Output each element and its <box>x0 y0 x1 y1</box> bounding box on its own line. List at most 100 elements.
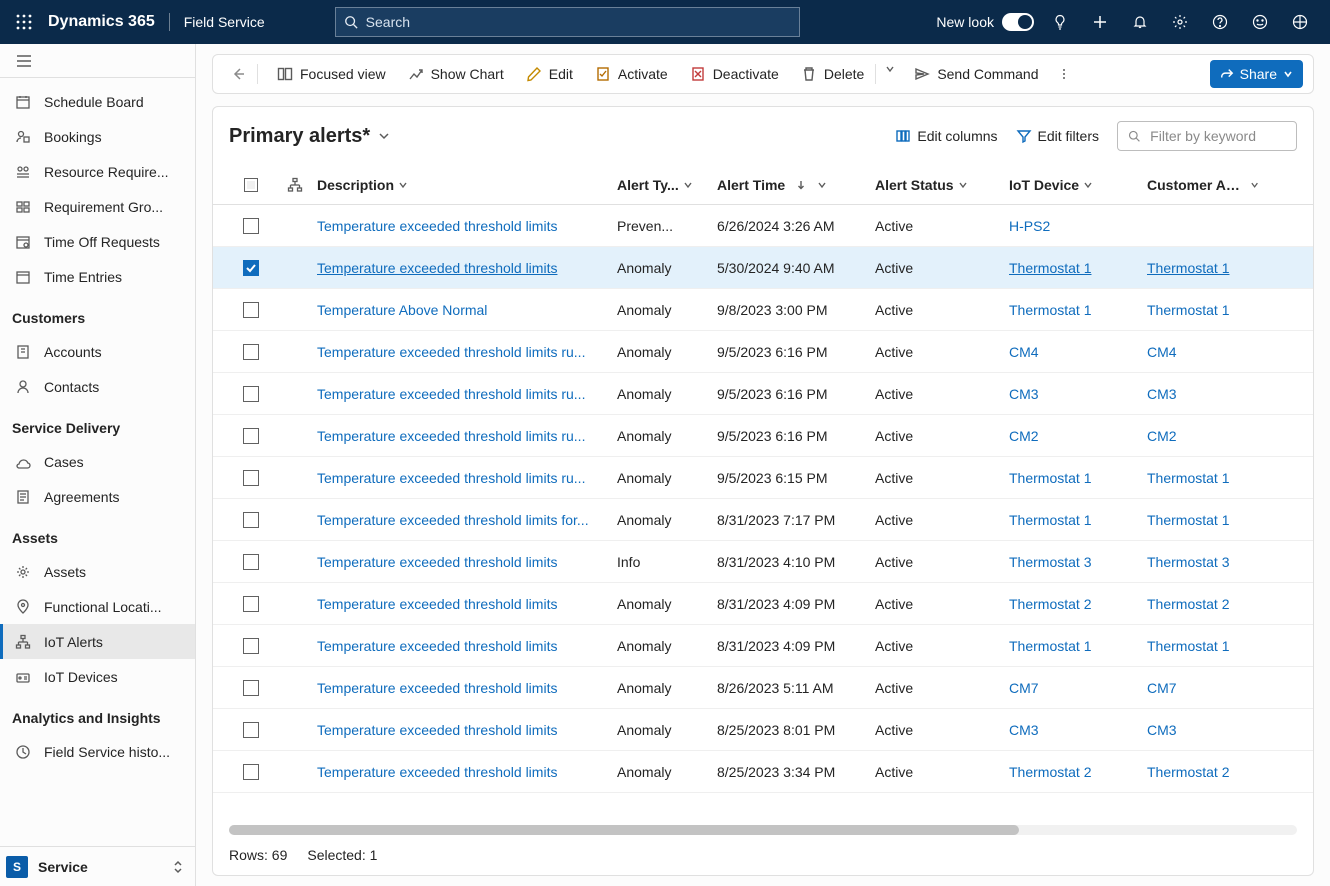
help-button[interactable] <box>1200 0 1240 44</box>
iot-device-link[interactable]: Thermostat 1 <box>1009 638 1147 654</box>
area-switcher[interactable]: S Service <box>0 846 195 886</box>
table-row[interactable]: Temperature exceeded threshold limits ru… <box>213 373 1313 415</box>
table-row[interactable]: Temperature exceeded threshold limitsAno… <box>213 709 1313 751</box>
sidebar-item[interactable]: Accounts <box>0 334 195 369</box>
description-link[interactable]: Temperature exceeded threshold limits <box>317 722 617 738</box>
column-alert-time[interactable]: Alert Time <box>717 177 875 193</box>
sidebar-collapse-button[interactable] <box>0 44 195 78</box>
iot-device-link[interactable]: CM3 <box>1009 722 1147 738</box>
select-all-checkbox[interactable] <box>229 178 273 192</box>
table-row[interactable]: Temperature exceeded threshold limits ru… <box>213 331 1313 373</box>
iot-device-link[interactable]: Thermostat 2 <box>1009 596 1147 612</box>
description-link[interactable]: Temperature exceeded threshold limits <box>317 638 617 654</box>
customer-asset-link[interactable]: CM7 <box>1147 680 1269 696</box>
customer-asset-link[interactable]: CM3 <box>1147 722 1269 738</box>
toggle-switch[interactable] <box>1002 13 1034 31</box>
description-link[interactable]: Temperature exceeded threshold limits ru… <box>317 428 617 444</box>
column-alert-status[interactable]: Alert Status <box>875 177 1009 193</box>
customer-asset-link[interactable]: CM4 <box>1147 344 1269 360</box>
row-checkbox[interactable] <box>229 596 273 612</box>
feedback-button[interactable] <box>1240 0 1280 44</box>
iot-device-link[interactable]: Thermostat 1 <box>1009 302 1147 318</box>
sidebar-item[interactable]: Schedule Board <box>0 84 195 119</box>
notifications-button[interactable] <box>1120 0 1160 44</box>
customer-asset-link[interactable]: CM3 <box>1147 386 1269 402</box>
global-search-input[interactable] <box>364 13 791 31</box>
sidebar-item[interactable]: Requirement Gro... <box>0 189 195 224</box>
row-checkbox[interactable] <box>229 386 273 402</box>
app-launcher-button[interactable] <box>10 8 38 36</box>
table-row[interactable]: Temperature Above NormalAnomaly9/8/2023 … <box>213 289 1313 331</box>
row-checkbox[interactable] <box>229 344 273 360</box>
iot-device-link[interactable]: Thermostat 1 <box>1009 260 1147 276</box>
iot-device-link[interactable]: Thermostat 1 <box>1009 470 1147 486</box>
customer-asset-link[interactable]: Thermostat 2 <box>1147 764 1269 780</box>
activate-button[interactable]: Activate <box>584 54 679 94</box>
table-row[interactable]: Temperature exceeded threshold limitsAno… <box>213 583 1313 625</box>
delete-button[interactable]: Delete <box>790 54 875 94</box>
customer-asset-link[interactable]: Thermostat 1 <box>1147 638 1269 654</box>
overflow-button[interactable] <box>1049 67 1079 81</box>
sidebar-item[interactable]: Resource Require... <box>0 154 195 189</box>
row-checkbox[interactable] <box>229 470 273 486</box>
customer-asset-link[interactable]: Thermostat 2 <box>1147 596 1269 612</box>
description-link[interactable]: Temperature exceeded threshold limits ru… <box>317 470 617 486</box>
column-customer-asset[interactable]: Customer Asset <box>1147 177 1269 193</box>
sidebar-item[interactable]: Bookings <box>0 119 195 154</box>
table-row[interactable]: Temperature exceeded threshold limitsInf… <box>213 541 1313 583</box>
description-link[interactable]: Temperature exceeded threshold limits <box>317 218 617 234</box>
show-chart-button[interactable]: Show Chart <box>397 54 515 94</box>
edit-columns-button[interactable]: Edit columns <box>895 128 997 144</box>
back-button[interactable] <box>223 66 253 82</box>
description-link[interactable]: Temperature exceeded threshold limits <box>317 260 617 276</box>
environment-button[interactable] <box>1280 0 1320 44</box>
row-checkbox[interactable] <box>229 638 273 654</box>
row-checkbox[interactable] <box>229 722 273 738</box>
row-checkbox[interactable] <box>229 302 273 318</box>
column-description[interactable]: Description <box>317 177 617 193</box>
customer-asset-link[interactable]: Thermostat 1 <box>1147 512 1269 528</box>
sidebar-item[interactable]: Functional Locati... <box>0 589 195 624</box>
description-link[interactable]: Temperature exceeded threshold limits ru… <box>317 344 617 360</box>
customer-asset-link[interactable]: CM2 <box>1147 428 1269 444</box>
description-link[interactable]: Temperature exceeded threshold limits fo… <box>317 512 617 528</box>
description-link[interactable]: Temperature Above Normal <box>317 302 617 318</box>
iot-device-link[interactable]: H-PS2 <box>1009 218 1147 234</box>
app-name-label[interactable]: Field Service <box>184 14 265 30</box>
sidebar-item[interactable]: Agreements <box>0 479 195 514</box>
row-checkbox[interactable] <box>229 764 273 780</box>
sidebar-item[interactable]: Assets <box>0 554 195 589</box>
settings-button[interactable] <box>1160 0 1200 44</box>
table-row[interactable]: Temperature exceeded threshold limitsAno… <box>213 667 1313 709</box>
iot-device-link[interactable]: Thermostat 3 <box>1009 554 1147 570</box>
column-alert-type[interactable]: Alert Ty... <box>617 177 717 193</box>
add-button[interactable] <box>1080 0 1120 44</box>
sidebar-item[interactable]: Cases <box>0 444 195 479</box>
global-search[interactable] <box>335 7 800 37</box>
row-checkbox[interactable] <box>229 680 273 696</box>
share-button[interactable]: Share <box>1210 60 1303 88</box>
lightbulb-button[interactable] <box>1040 0 1080 44</box>
iot-device-link[interactable]: CM4 <box>1009 344 1147 360</box>
edit-button[interactable]: Edit <box>515 54 584 94</box>
customer-asset-link[interactable]: Thermostat 1 <box>1147 470 1269 486</box>
deactivate-button[interactable]: Deactivate <box>679 54 790 94</box>
sidebar-item[interactable]: Contacts <box>0 369 195 404</box>
keyword-filter[interactable] <box>1117 121 1297 151</box>
description-link[interactable]: Temperature exceeded threshold limits <box>317 764 617 780</box>
iot-device-link[interactable]: CM2 <box>1009 428 1147 444</box>
iot-device-link[interactable]: CM3 <box>1009 386 1147 402</box>
iot-device-link[interactable]: Thermostat 2 <box>1009 764 1147 780</box>
horizontal-scrollbar[interactable] <box>229 825 1297 837</box>
keyword-filter-input[interactable] <box>1148 127 1286 145</box>
iot-device-link[interactable]: CM7 <box>1009 680 1147 696</box>
sidebar-item[interactable]: IoT Devices <box>0 659 195 694</box>
row-checkbox[interactable] <box>229 554 273 570</box>
table-row[interactable]: Temperature exceeded threshold limits fo… <box>213 499 1313 541</box>
table-row[interactable]: Temperature exceeded threshold limitsAno… <box>213 751 1313 793</box>
table-row[interactable]: Temperature exceeded threshold limitsAno… <box>213 247 1313 289</box>
sidebar-item[interactable]: Time Off Requests <box>0 224 195 259</box>
row-checkbox[interactable] <box>229 512 273 528</box>
customer-asset-link[interactable]: Thermostat 1 <box>1147 260 1269 276</box>
table-row[interactable]: Temperature exceeded threshold limits ru… <box>213 415 1313 457</box>
